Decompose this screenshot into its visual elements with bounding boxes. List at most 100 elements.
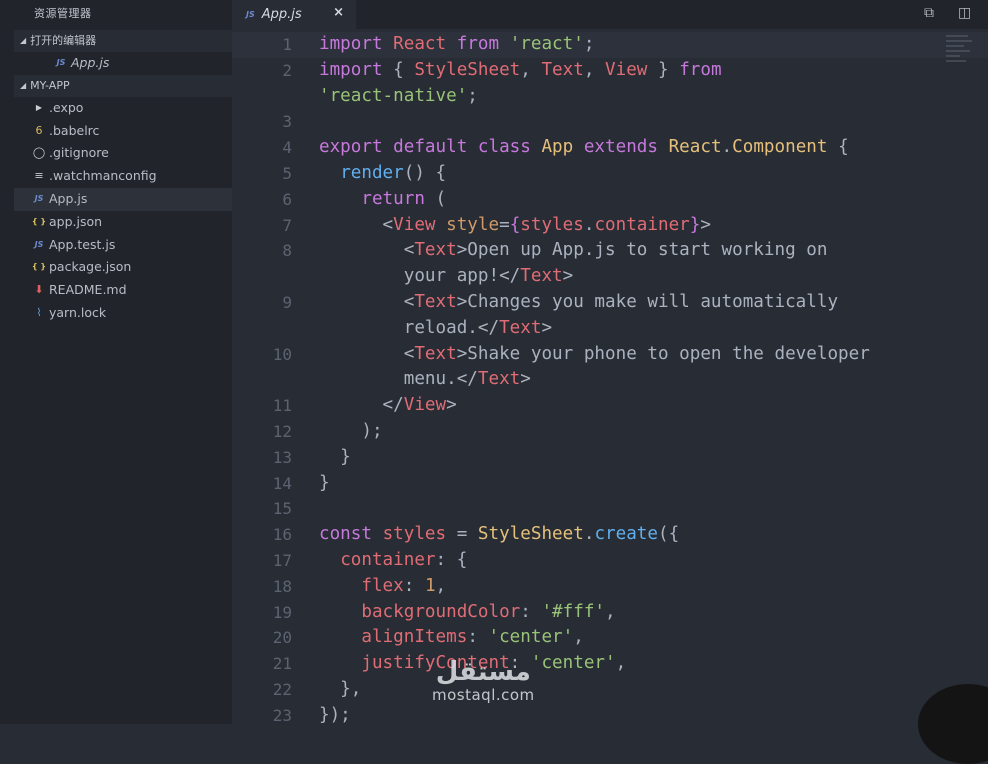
code-token: Text	[414, 343, 457, 364]
code-line[interactable]: 'react-native';	[232, 84, 988, 110]
code-token: reload.</	[319, 317, 500, 338]
code-line[interactable]: 11 </View>	[232, 393, 988, 419]
code-token: =	[456, 524, 478, 545]
code-token: :	[520, 601, 542, 622]
code-line[interactable]: 17 container: {	[232, 548, 988, 574]
code-text: <Text>Open up App.js to start working on	[319, 238, 828, 264]
code-line[interactable]: 7 <View style={styles.container}>	[232, 213, 988, 239]
code-line[interactable]: 18 flex: 1,	[232, 574, 988, 600]
code-line[interactable]: 9 <Text>Changes you make will automatica…	[232, 290, 988, 316]
file-item[interactable]: ▶ .expo	[14, 97, 232, 120]
code-token: ;	[467, 85, 478, 106]
file-item[interactable]: ≡ .watchmanconfig	[14, 165, 232, 188]
code-line[interactable]: 15	[232, 496, 988, 522]
code-token: ,	[605, 601, 616, 622]
line-number: 14	[272, 473, 292, 493]
code-line[interactable]: 14}	[232, 471, 988, 497]
file-name: App.test.js	[49, 236, 116, 252]
code-token: {	[838, 137, 849, 158]
code-token: {	[509, 214, 521, 235]
code-text: reload.</Text>	[319, 316, 552, 342]
open-editor-item[interactable]: JS App.js	[14, 52, 232, 75]
code-token: =	[499, 214, 510, 235]
collapse-triangle-icon[interactable]: ◢	[20, 30, 26, 52]
code-line[interactable]: 2 import { StyleSheet, Text, View } from	[232, 58, 988, 84]
file-item[interactable]: ◯ .gitignore	[14, 142, 232, 165]
code-token: }	[647, 59, 680, 80]
code-token: App	[541, 137, 584, 158]
code-token: menu.</	[319, 369, 478, 390]
line-number: 22	[272, 679, 292, 699]
line-number: 23	[272, 705, 292, 725]
code-line[interactable]: 19 backgroundColor: '#fff',	[232, 600, 988, 626]
line-number: 16	[272, 525, 292, 545]
code-token: render	[340, 162, 404, 183]
tab-bar: JS App.js × ⧉ ◫	[232, 0, 988, 29]
code-line[interactable]: menu.</Text>	[232, 367, 988, 393]
project-section[interactable]: ◢ MY-APP	[14, 74, 232, 97]
git-icon: ◯	[32, 146, 46, 160]
open-editors-section[interactable]: ◢ 打开的编辑器	[14, 30, 232, 52]
code-line[interactable]: 21 justifyContent: 'center',	[232, 651, 988, 677]
code-line[interactable]: 1 import React from 'react';	[232, 32, 988, 58]
search-diff-icon[interactable]: ⧉	[924, 5, 934, 21]
code-line[interactable]: 23});	[232, 703, 988, 729]
code-line[interactable]: reload.</Text>	[232, 316, 988, 342]
code-line[interactable]: your app!</Text>	[232, 264, 988, 290]
watermark-arabic: مستقل	[435, 657, 531, 687]
code-line[interactable]: 13 }	[232, 445, 988, 471]
code-line[interactable]: 22 },	[232, 677, 988, 703]
line-number: 9	[282, 292, 292, 312]
code-token: ,	[520, 59, 542, 80]
code-text: alignItems: 'center',	[319, 625, 583, 651]
code-token: .	[583, 214, 595, 235]
code-line[interactable]: 4 export default class App extends React.…	[232, 135, 988, 161]
code-text: menu.</Text>	[319, 367, 531, 393]
code-token: ,	[435, 575, 447, 596]
code-line[interactable]: 10 <Text>Shake your phone to open the de…	[232, 342, 988, 368]
file-item[interactable]: ⬇ README.md	[14, 279, 232, 302]
code-line[interactable]: 20 alignItems: 'center',	[232, 625, 988, 651]
code-line[interactable]: 3	[232, 109, 988, 135]
code-line[interactable]: 12 );	[232, 419, 988, 445]
split-editor-icon[interactable]: ◫	[958, 5, 971, 21]
code-token: 'center'	[488, 627, 574, 648]
file-item[interactable]: ⌇ yarn.lock	[14, 302, 232, 325]
line-number: 19	[272, 602, 292, 622]
markdown-icon: ⬇	[34, 283, 44, 297]
code-text: );	[319, 419, 382, 445]
code-line[interactable]: 5 render() {	[232, 161, 988, 187]
collapse-triangle-icon[interactable]: ◢	[20, 75, 26, 97]
code-token: >Changes you make will automatically	[456, 291, 839, 312]
tab-app-js[interactable]: JS App.js ×	[232, 0, 356, 29]
code-editor[interactable]: 1 import React from 'react'; 2 import { Sty…	[232, 32, 988, 729]
code-token: return	[361, 188, 436, 209]
babel-icon: 6	[35, 123, 43, 137]
code-line[interactable]: 16 const styles = StyleSheet.create({	[232, 522, 988, 548]
code-token: Text	[477, 369, 521, 390]
code-line[interactable]: 8 <Text>Open up App.js to start working …	[232, 238, 988, 264]
line-number: 17	[272, 550, 292, 570]
code-token: >Open up App.js to start working on	[456, 240, 828, 261]
file-item[interactable]: JS App.js	[14, 187, 232, 211]
close-icon[interactable]: ×	[333, 5, 344, 20]
code-text: 'react-native';	[319, 84, 478, 110]
code-text: <Text>Changes you make will automaticall…	[319, 290, 838, 316]
code-token: });	[319, 704, 351, 725]
code-token: const	[319, 524, 383, 545]
file-item[interactable]: { } package.json	[14, 256, 232, 279]
code-line[interactable]: 6 return (	[232, 187, 988, 213]
line-number: 20	[272, 628, 292, 648]
code-token: View	[393, 214, 447, 235]
file-item[interactable]: JS App.test.js	[14, 234, 232, 257]
code-text: flex: 1,	[319, 574, 446, 600]
line-number: 6	[282, 189, 292, 209]
file-item[interactable]: 6 .babelrc	[14, 120, 232, 143]
code-token: Component	[732, 137, 839, 158]
code-text: backgroundColor: '#fff',	[319, 600, 616, 626]
js-file-icon: JS	[34, 193, 44, 203]
minimap[interactable]	[946, 32, 974, 92]
file-item[interactable]: { } app.json	[14, 211, 232, 234]
